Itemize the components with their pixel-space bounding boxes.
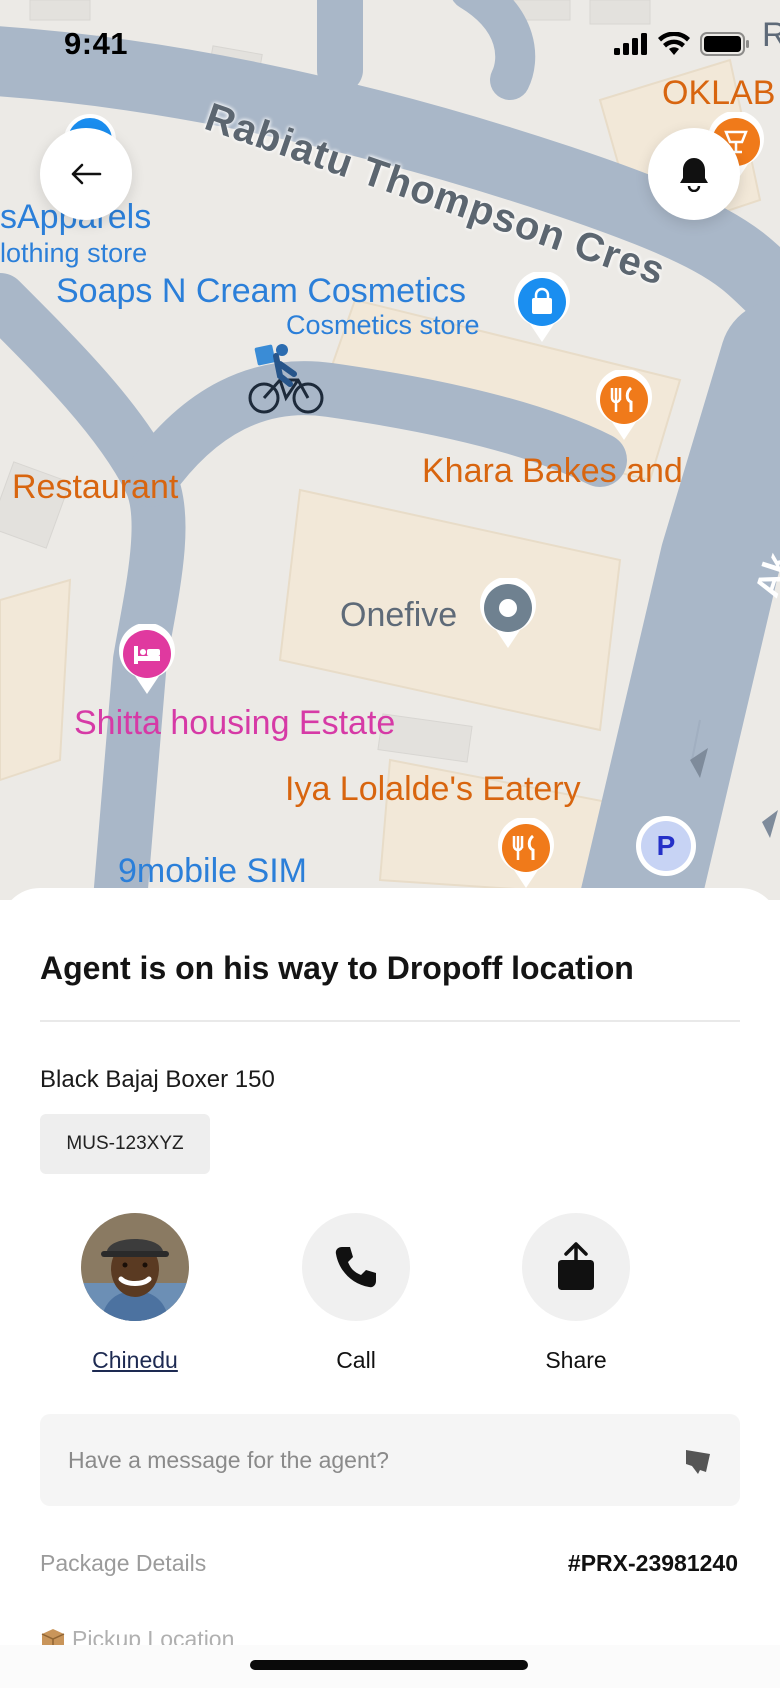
parking-pin-icon[interactable]: P xyxy=(636,816,696,876)
bell-icon xyxy=(680,158,708,192)
back-button[interactable] xyxy=(40,128,132,220)
ninemobile-label: 9mobile SIM xyxy=(118,852,307,890)
eatery-pin-icon[interactable] xyxy=(496,818,556,890)
trip-details-sheet: Agent is on his way to Dropoff location … xyxy=(0,888,780,1688)
divider xyxy=(40,1020,740,1022)
agent-avatar-image xyxy=(81,1213,189,1321)
message-input[interactable] xyxy=(68,1414,648,1506)
avatar[interactable] xyxy=(81,1213,189,1321)
status-icons xyxy=(614,32,750,56)
battery-icon xyxy=(700,32,749,56)
khara-label: Khara Bakes and xyxy=(422,452,683,490)
hotel-pin-icon[interactable] xyxy=(117,624,177,696)
plate-number-badge: MUS-123XYZ xyxy=(40,1114,210,1174)
agent-profile-button[interactable]: Chinedu xyxy=(80,1213,190,1374)
arrow-left-icon xyxy=(71,163,102,185)
package-details-label: Package Details xyxy=(40,1550,207,1576)
call-button[interactable]: Call xyxy=(301,1213,411,1374)
phone-icon xyxy=(335,1247,376,1288)
share-label: Share xyxy=(545,1347,607,1373)
home-indicator[interactable] xyxy=(250,1660,528,1670)
map-view[interactable]: Rabiatu Thompson Cres sApparels lothing … xyxy=(0,0,780,900)
trip-status-title: Agent is on his way to Dropoff location xyxy=(40,950,634,986)
iya-label: Iya Lolalde's Eatery xyxy=(285,770,581,808)
message-box[interactable] xyxy=(40,1414,740,1506)
cellular-signal-icon xyxy=(614,33,647,55)
notification-button[interactable] xyxy=(648,128,740,220)
courier-bike-icon xyxy=(248,344,324,414)
share-circle[interactable] xyxy=(522,1213,630,1321)
cosmetics-name-label: Soaps N Cream Cosmetics xyxy=(56,272,467,310)
restaurant-pin-icon[interactable] xyxy=(594,370,654,442)
cosmetics-type-label: Cosmetics store xyxy=(286,310,480,340)
call-label: Call xyxy=(336,1347,376,1373)
agent-name-link[interactable]: Chinedu xyxy=(92,1347,178,1374)
onefive-label: Onefive xyxy=(340,596,458,634)
restaurant-label: Restaurant xyxy=(12,468,179,506)
send-icon[interactable] xyxy=(682,1446,712,1476)
apparels-type-label: lothing store xyxy=(0,238,148,268)
vehicle-name: Black Bajaj Boxer 150 xyxy=(40,1066,275,1093)
share-button[interactable]: Share xyxy=(521,1213,631,1374)
status-bar: 9:41 xyxy=(0,0,780,90)
shopping-bag-pin-icon[interactable] xyxy=(512,272,572,344)
status-time: 9:41 xyxy=(64,26,129,61)
wifi-icon xyxy=(658,32,690,55)
shitta-label: Shitta housing Estate xyxy=(74,704,396,742)
call-circle[interactable] xyxy=(302,1213,410,1321)
place-pin-icon[interactable] xyxy=(478,578,538,650)
share-icon xyxy=(558,1242,594,1290)
parking-letter: P xyxy=(641,821,691,871)
package-id: #PRX-23981240 xyxy=(567,1550,738,1576)
